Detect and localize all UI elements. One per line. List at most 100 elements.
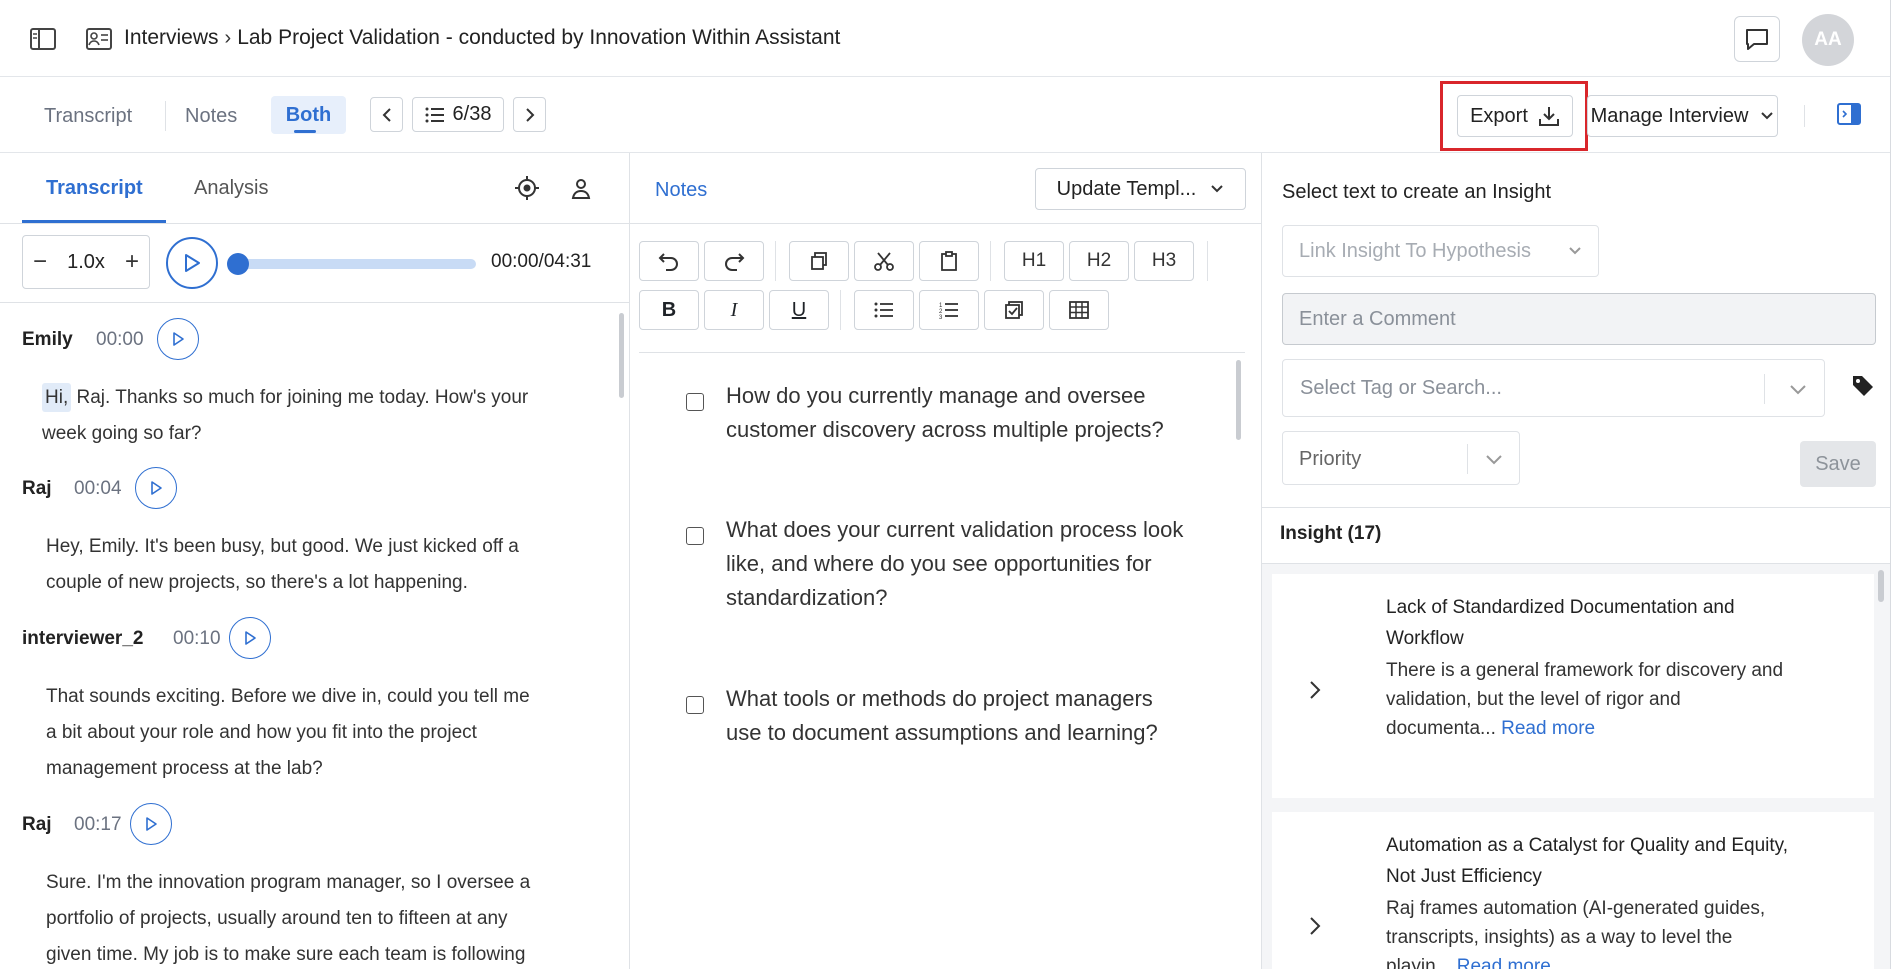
play-segment-button[interactable]: [130, 803, 172, 845]
timestamp[interactable]: 00:10: [173, 628, 221, 650]
timestamp[interactable]: 00:17: [74, 814, 122, 836]
read-more-link[interactable]: Read more: [1457, 956, 1551, 969]
note-line: What tools or methods do project manager…: [726, 686, 1153, 711]
divider: [630, 223, 1261, 224]
chevron-right-icon: ›: [224, 26, 232, 49]
question-checkbox[interactable]: [686, 393, 704, 411]
speaker-filter-icon[interactable]: [568, 175, 594, 201]
heading-1-button[interactable]: H1: [1004, 241, 1064, 281]
interview-list-button[interactable]: 6/38: [412, 97, 504, 132]
link-hypothesis-select[interactable]: Link Insight To Hypothesis: [1282, 225, 1599, 277]
locate-icon[interactable]: [514, 175, 540, 201]
paste-button[interactable]: [919, 241, 979, 281]
manage-interview-dropdown[interactable]: Manage Interview: [1587, 95, 1778, 137]
divider: [0, 302, 629, 303]
insight-count: Insight (17): [1280, 523, 1382, 544]
scissors-icon: [874, 252, 894, 271]
panel-toggle-icon[interactable]: [1836, 101, 1862, 127]
bullet-list-icon: [874, 302, 893, 318]
priority-placeholder: Priority: [1299, 448, 1362, 470]
tag-select[interactable]: Select Tag or Search...: [1282, 359, 1825, 417]
question-checkbox[interactable]: [686, 527, 704, 545]
comment-placeholder: Enter a Comment: [1299, 307, 1456, 330]
question-checkbox[interactable]: [686, 696, 704, 714]
note-question[interactable]: What does your current validation proces…: [726, 513, 1246, 615]
view-tab-both[interactable]: Both: [271, 96, 346, 134]
view-toolbar: Transcript Notes Both 6/38 Export Manage…: [0, 77, 1890, 153]
divider: [1764, 374, 1765, 404]
top-bar: Interviews › Lab Project Validation - co…: [0, 0, 1890, 77]
play-icon: [173, 332, 184, 346]
timestamp[interactable]: 00:04: [74, 478, 122, 500]
cut-button[interactable]: [854, 241, 914, 281]
comment-input[interactable]: Enter a Comment: [1282, 293, 1876, 345]
underline-button[interactable]: U: [769, 290, 829, 330]
scrollbar[interactable]: [619, 313, 624, 398]
avatar[interactable]: AA: [1802, 14, 1854, 66]
play-segment-button[interactable]: [135, 467, 177, 509]
speed-increase-button[interactable]: +: [125, 248, 139, 276]
play-segment-button[interactable]: [157, 318, 199, 360]
checklist-button[interactable]: [984, 290, 1044, 330]
play-icon: [151, 481, 162, 495]
numbered-list-button[interactable]: 123: [919, 290, 979, 330]
export-button[interactable]: Export: [1457, 95, 1573, 137]
scrollbar[interactable]: [1878, 570, 1884, 602]
breadcrumb-interviews-link[interactable]: Interviews: [124, 26, 219, 50]
read-more-link[interactable]: Read more: [1501, 718, 1595, 739]
tag-placeholder: Select Tag or Search...: [1300, 377, 1502, 399]
notes-title: Notes: [655, 179, 708, 201]
table-button[interactable]: [1049, 290, 1109, 330]
progress-track[interactable]: [232, 259, 476, 269]
tab-analysis[interactable]: Analysis: [194, 177, 268, 200]
timestamp[interactable]: 00:00: [96, 329, 144, 351]
note-question[interactable]: How do you currently manage and oversee …: [726, 379, 1226, 447]
bold-button[interactable]: B: [639, 290, 699, 330]
italic-button[interactable]: I: [704, 290, 764, 330]
view-tab-notes[interactable]: Notes: [185, 105, 237, 128]
download-icon: [1538, 107, 1559, 126]
highlighted-word[interactable]: Hi,: [42, 383, 72, 412]
chevron-down-icon: [1790, 385, 1806, 395]
speed-decrease-button[interactable]: −: [33, 248, 47, 276]
save-button[interactable]: Save: [1800, 441, 1876, 487]
progress-handle[interactable]: [227, 253, 249, 275]
update-template-dropdown[interactable]: Update Templ...: [1035, 168, 1246, 210]
comments-button[interactable]: [1734, 16, 1780, 62]
tab-transcript[interactable]: Transcript: [46, 177, 143, 200]
tag-icon[interactable]: [1850, 373, 1876, 399]
heading-2-button[interactable]: H2: [1069, 241, 1129, 281]
notes-panel: Notes Update Templ... H1 H2 H3 B I U 123: [630, 153, 1261, 969]
divider: [0, 223, 629, 224]
play-segment-button[interactable]: [229, 617, 271, 659]
transcript-line: Hey, Emily. It's been busy, but good. We…: [46, 536, 519, 557]
bullet-list-button[interactable]: [854, 290, 914, 330]
note-question[interactable]: What tools or methods do project manager…: [726, 682, 1226, 750]
transcript-line: portfolio of projects, usually around te…: [46, 908, 508, 929]
interview-title: Lab Project Validation - conducted by In…: [237, 26, 841, 49]
update-template-label: Update Templ...: [1056, 177, 1197, 200]
undo-button[interactable]: [639, 241, 699, 281]
note-line: customer discovery across multiple proje…: [726, 417, 1164, 442]
transcript-text: That sounds exciting. Before we dive in,…: [46, 679, 606, 787]
divider: [1467, 444, 1468, 474]
redo-button[interactable]: [704, 241, 764, 281]
heading-3-button[interactable]: H3: [1134, 241, 1194, 281]
scrollbar[interactable]: [1236, 360, 1241, 440]
play-button[interactable]: [166, 237, 218, 289]
view-tab-transcript[interactable]: Transcript: [44, 105, 132, 128]
insight-title-line: Automation as a Catalyst for Quality and…: [1386, 835, 1789, 856]
insight-panel: Select text to create an Insight Link In…: [1262, 153, 1890, 969]
previous-interview-button[interactable]: [370, 97, 403, 132]
insight-prompt: Select text to create an Insight: [1282, 181, 1552, 203]
sidebar-toggle-icon[interactable]: [28, 24, 58, 54]
transcript-text: Hi, Raj. Thanks so much for joining me t…: [42, 380, 582, 452]
copy-button[interactable]: [789, 241, 849, 281]
speaker-name: Emily: [22, 329, 73, 350]
priority-select[interactable]: Priority: [1282, 431, 1520, 485]
insight-line: validation, but the level of rigor and: [1386, 689, 1681, 710]
next-interview-button[interactable]: [513, 97, 546, 132]
insight-card[interactable]: Automation as a Catalyst for Quality and…: [1272, 812, 1874, 969]
insight-card[interactable]: Lack of Standardized Documentation and W…: [1272, 574, 1874, 798]
divider: [990, 241, 991, 281]
